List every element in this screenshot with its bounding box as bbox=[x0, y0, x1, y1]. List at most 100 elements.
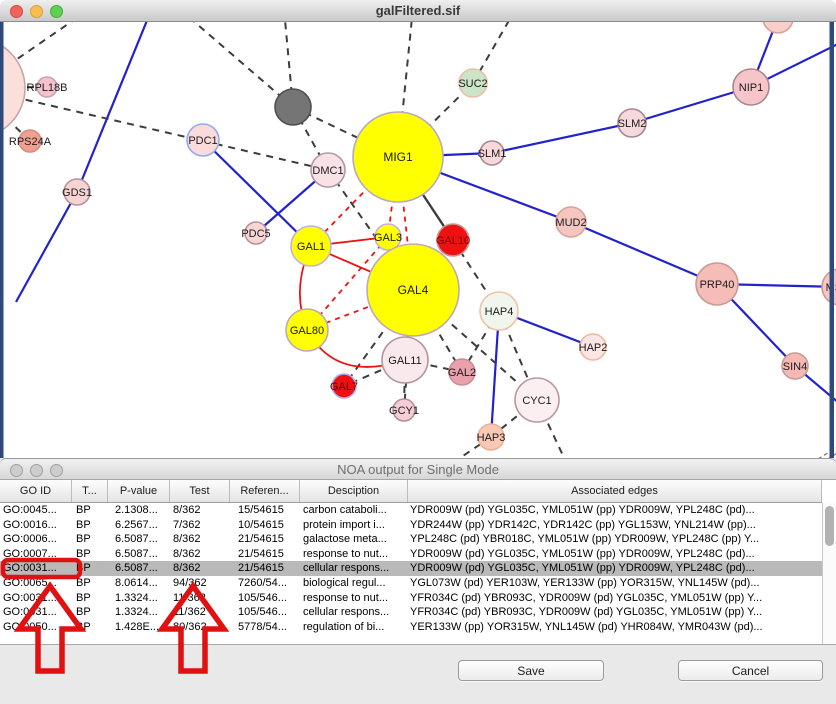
node-label-RPS24A: RPS24A bbox=[9, 136, 52, 148]
cell: YDR009W (pd) YGL035C, YML051W (pp) YDR00… bbox=[408, 561, 822, 576]
cell: 1.3324... bbox=[108, 605, 170, 620]
node-label-PDC5: PDC5 bbox=[241, 228, 270, 240]
cell: BP bbox=[72, 591, 108, 606]
scrollbar-thumb[interactable] bbox=[825, 506, 834, 546]
table-header: GO IDT...P-valueTestReferen...Desciption… bbox=[0, 480, 822, 503]
column-header-t-[interactable]: T... bbox=[72, 480, 108, 502]
column-header-associated-edges[interactable]: Associated edges bbox=[408, 480, 822, 502]
edge-GDS1- bbox=[16, 192, 77, 302]
cell: 6.5087... bbox=[108, 561, 170, 576]
column-header-referen-[interactable]: Referen... bbox=[230, 480, 300, 502]
cell: 8.0614... bbox=[108, 576, 170, 591]
node-label-GAL11: GAL11 bbox=[388, 355, 421, 367]
table-row[interactable]: GO:0031...BP1.3324...11/362105/546...cel… bbox=[0, 605, 822, 620]
cell: YFR034C (pd) YBR093C, YDR009W (pd) YGL03… bbox=[408, 591, 822, 606]
cell: 6.2567... bbox=[108, 518, 170, 533]
cell: 21/54615 bbox=[230, 532, 300, 547]
column-header-desciption[interactable]: Desciption bbox=[300, 480, 408, 502]
table-row[interactable]: GO:0016...BP6.2567...7/36210/54615protei… bbox=[0, 518, 822, 533]
cell: BP bbox=[72, 605, 108, 620]
edge--GDS1 bbox=[77, 22, 157, 192]
cell: BP bbox=[72, 532, 108, 547]
cell: 6.5087... bbox=[108, 532, 170, 547]
cell: YDR244W (pp) YDR142C, YDR142C (pp) YGL15… bbox=[408, 518, 822, 533]
node-label-SLM2: SLM2 bbox=[618, 118, 647, 130]
network-titlebar[interactable]: galFiltered.sif bbox=[0, 0, 836, 22]
table-row[interactable]: GO:0031...BP1.3324...11/362105/546...res… bbox=[0, 591, 822, 606]
cancel-button[interactable]: Cancel bbox=[678, 660, 823, 681]
cell: 21/54615 bbox=[230, 547, 300, 562]
node-label-GAL4: GAL4 bbox=[398, 283, 429, 297]
cell: GO:0065... bbox=[0, 576, 72, 591]
cell: YFR034C (pd) YBR093C, YDR009W (pd) YGL03… bbox=[408, 605, 822, 620]
canvas-right-border bbox=[830, 22, 835, 458]
table-row[interactable]: GO:0065...BP8.0614...94/3627260/54...bio… bbox=[0, 576, 822, 591]
edge-SLM1-SLM2 bbox=[492, 123, 632, 153]
cell: BP bbox=[72, 518, 108, 533]
node-label-NIP1: NIP1 bbox=[739, 82, 763, 94]
cell: response to nut... bbox=[300, 547, 408, 562]
cell: YDR009W (pd) YGL035C, YML051W (pp) YDR00… bbox=[408, 503, 822, 518]
node-TOP1[interactable] bbox=[763, 22, 793, 33]
save-button[interactable]: Save bbox=[458, 660, 604, 681]
table-row[interactable]: GO:0031...BP6.5087...8/36221/54615cellul… bbox=[0, 561, 822, 576]
cell: GO:0050... bbox=[0, 620, 72, 635]
node-GRAY[interactable] bbox=[275, 89, 311, 125]
column-header-p-value[interactable]: P-value bbox=[108, 480, 170, 502]
dialog-button-bar: Save Cancel bbox=[0, 645, 836, 704]
node-BIGL[interactable] bbox=[0, 38, 25, 138]
noa-window: NOA output for Single Mode GO IDT...P-va… bbox=[0, 458, 836, 704]
cell: 6.5087... bbox=[108, 547, 170, 562]
cell: 105/546... bbox=[230, 591, 300, 606]
node-label-SUC2: SUC2 bbox=[458, 78, 487, 90]
network-canvas[interactable]: RPL18BRPS24AGDS1PDC1PDC5DMC1MIG1SUC2SLM1… bbox=[0, 22, 836, 458]
node-label-DMC1: DMC1 bbox=[312, 165, 343, 177]
cell: 7/362 bbox=[170, 518, 230, 533]
network-graph: RPL18BRPS24AGDS1PDC1PDC5DMC1MIG1SUC2SLM1… bbox=[0, 22, 836, 458]
table-row[interactable]: GO:0007...BP6.5087...8/36221/54615respon… bbox=[0, 547, 822, 562]
noa-titlebar[interactable]: NOA output for Single Mode bbox=[0, 458, 836, 480]
cell: GO:0045... bbox=[0, 503, 72, 518]
column-header-test[interactable]: Test bbox=[170, 480, 230, 502]
cell: response to nut... bbox=[300, 591, 408, 606]
node-label-HAP2: HAP2 bbox=[579, 342, 608, 354]
node-label-HAP4: HAP4 bbox=[485, 306, 514, 318]
node-label-GAL10: GAL10 bbox=[436, 235, 470, 247]
cell: GO:0007... bbox=[0, 547, 72, 562]
cell: cellular respons... bbox=[300, 561, 408, 576]
cell: carbon cataboli... bbox=[300, 503, 408, 518]
cell: regulation of bi... bbox=[300, 620, 408, 635]
cell: 15/54615 bbox=[230, 503, 300, 518]
node-label-SLM1: SLM1 bbox=[478, 148, 507, 160]
cell: 7260/54... bbox=[230, 576, 300, 591]
node-label-MUD2: MUD2 bbox=[555, 217, 586, 229]
cell: 2.1308... bbox=[108, 503, 170, 518]
noa-results-table: GO IDT...P-valueTestReferen...Desciption… bbox=[0, 480, 836, 645]
cell: GO:0006... bbox=[0, 532, 72, 547]
cell: YGL073W (pd) YER103W, YER133W (pp) YOR31… bbox=[408, 576, 822, 591]
cell: YER133W (pp) YOR315W, YNL145W (pd) YHR08… bbox=[408, 620, 822, 635]
column-header-go-id[interactable]: GO ID bbox=[0, 480, 72, 502]
node-label-SIN4: SIN4 bbox=[783, 361, 807, 373]
cell: BP bbox=[72, 503, 108, 518]
cell: 11/362 bbox=[170, 591, 230, 606]
table-row[interactable]: GO:0006...BP6.5087...8/36221/54615galact… bbox=[0, 532, 822, 547]
cell: 8/362 bbox=[170, 503, 230, 518]
cell: 80/362 bbox=[170, 620, 230, 635]
cell: 10/54615 bbox=[230, 518, 300, 533]
cell: GO:0016... bbox=[0, 518, 72, 533]
node-label-GCY1: GCY1 bbox=[389, 405, 419, 417]
node-label-GAL1: GAL1 bbox=[297, 241, 325, 253]
table-row[interactable]: GO:0050...BP1.428E...80/3625778/54...reg… bbox=[0, 620, 822, 635]
cell: YDR009W (pd) YGL035C, YML051W (pp) YDR00… bbox=[408, 547, 822, 562]
cell: 5778/54... bbox=[230, 620, 300, 635]
node-label-RPL18B: RPL18B bbox=[27, 82, 68, 94]
edge-GRAY- bbox=[176, 22, 293, 107]
node-label-PRP40: PRP40 bbox=[700, 279, 735, 291]
cell: BP bbox=[72, 561, 108, 576]
cell: GO:0031... bbox=[0, 561, 72, 576]
cell: cellular respons... bbox=[300, 605, 408, 620]
table-scrollbar[interactable] bbox=[822, 503, 836, 644]
table-row[interactable]: GO:0045...BP2.1308...8/36215/54615carbon… bbox=[0, 503, 822, 518]
cell: GO:0031... bbox=[0, 591, 72, 606]
